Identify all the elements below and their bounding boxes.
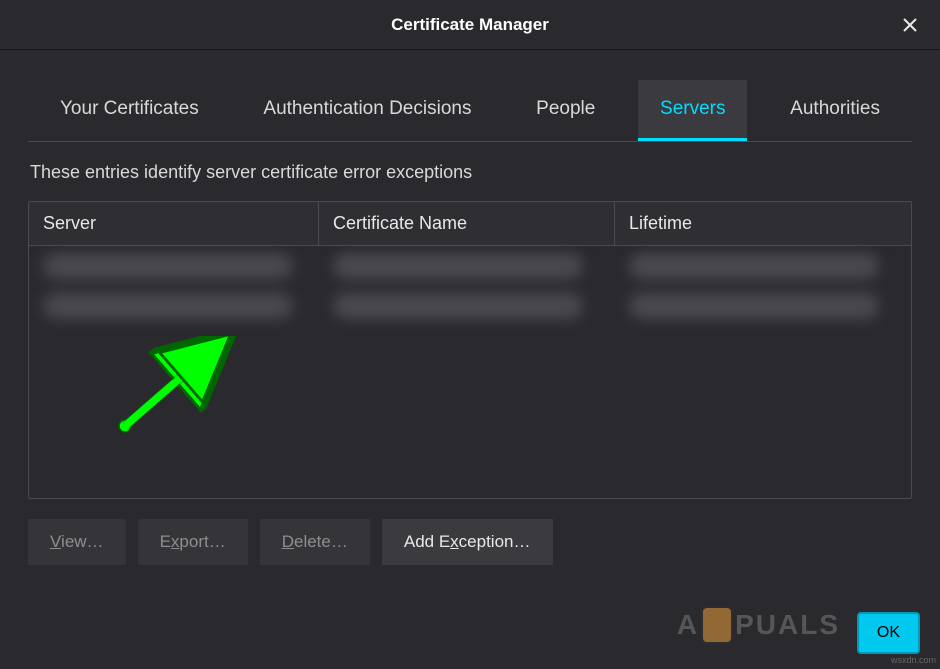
tab-your-certificates[interactable]: Your Certificates (38, 80, 221, 141)
ok-button[interactable]: OK (857, 612, 920, 654)
redacted-text (43, 293, 293, 319)
action-buttons: View… Export… Delete… Add Exception… (28, 499, 912, 565)
panel-description: These entries identify server certificat… (28, 142, 912, 201)
exceptions-table: Server Certificate Name Lifetime (28, 201, 912, 499)
source-watermark: wsxdn.com (891, 655, 936, 665)
table-row[interactable] (29, 286, 911, 326)
tab-servers[interactable]: Servers (638, 80, 747, 141)
table-header: Server Certificate Name Lifetime (29, 202, 911, 246)
redacted-text (333, 253, 583, 279)
redacted-text (43, 253, 293, 279)
dialog-content: Your Certificates Authentication Decisio… (0, 50, 940, 565)
redacted-text (629, 293, 879, 319)
column-server[interactable]: Server (29, 202, 319, 245)
close-icon (902, 17, 918, 33)
column-lifetime[interactable]: Lifetime (615, 202, 911, 245)
brand-watermark: A PUALS (677, 606, 840, 644)
title-bar: Certificate Manager (0, 0, 940, 50)
view-button[interactable]: View… (28, 519, 126, 565)
export-button[interactable]: Export… (138, 519, 248, 565)
brand-text: PUALS (735, 609, 840, 641)
annotation-arrow-icon (117, 336, 257, 436)
column-certificate-name[interactable]: Certificate Name (319, 202, 615, 245)
tab-people[interactable]: People (514, 80, 617, 141)
brand-logo-icon (701, 606, 733, 644)
brand-text: A (677, 609, 699, 641)
window-title: Certificate Manager (391, 15, 549, 35)
table-body (29, 246, 911, 499)
tab-authorities[interactable]: Authorities (768, 80, 902, 141)
table-row[interactable] (29, 246, 911, 286)
add-exception-button[interactable]: Add Exception… (382, 519, 553, 565)
delete-button[interactable]: Delete… (260, 519, 370, 565)
tab-bar: Your Certificates Authentication Decisio… (28, 80, 912, 142)
tab-authentication-decisions[interactable]: Authentication Decisions (241, 80, 493, 141)
redacted-text (629, 253, 879, 279)
redacted-text (333, 293, 583, 319)
close-button[interactable] (895, 10, 925, 40)
